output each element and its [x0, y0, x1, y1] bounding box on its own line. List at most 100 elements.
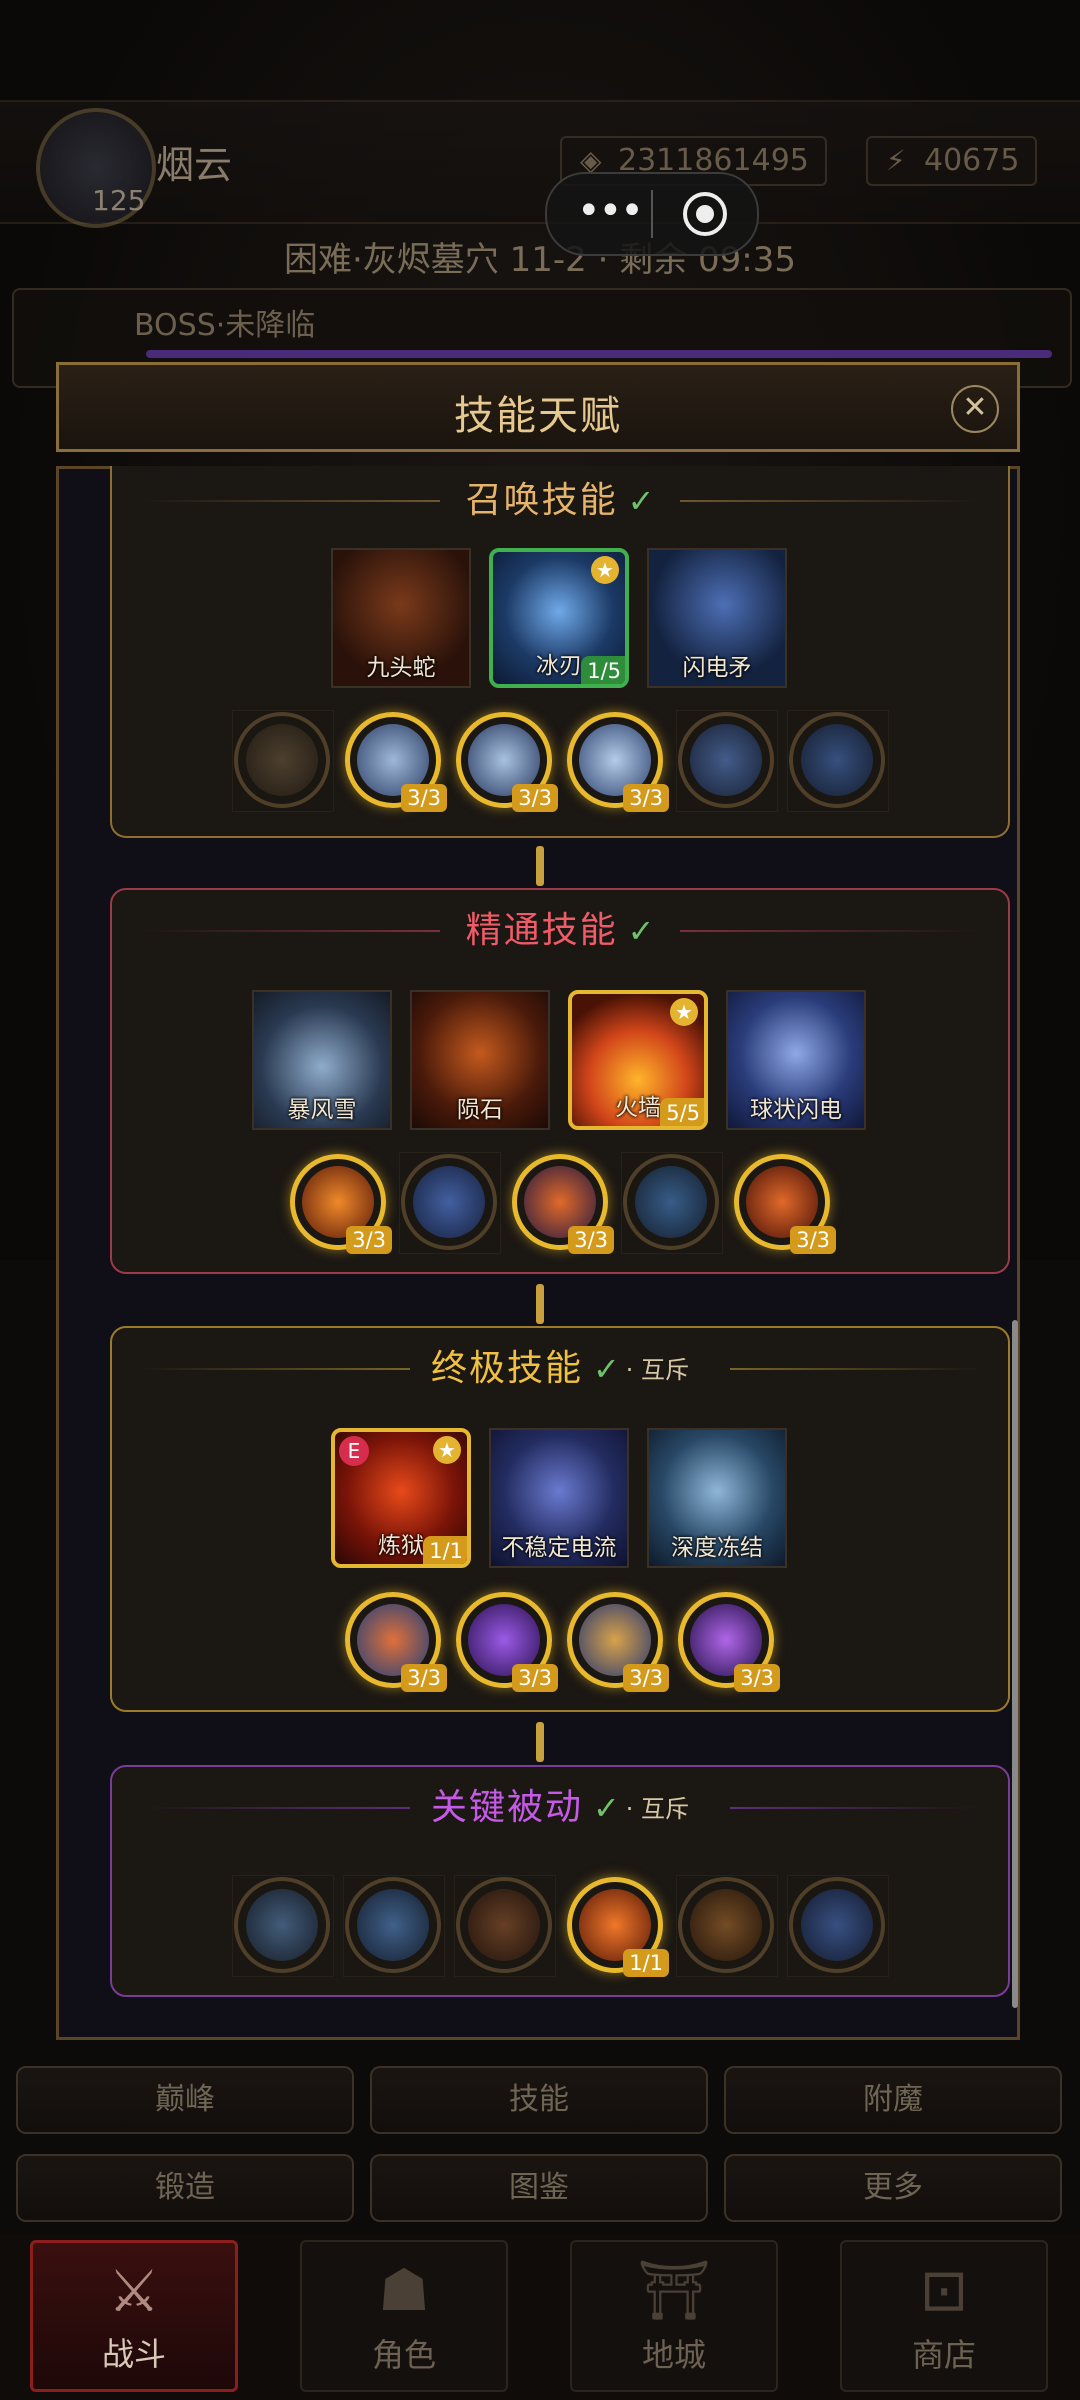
skill-label: 陨石	[457, 1097, 503, 1123]
more-dots-icon[interactable]: •••	[577, 188, 644, 234]
divider-line	[730, 1368, 980, 1370]
talent-node[interactable]: 3/3	[456, 712, 558, 812]
section-title: 召唤技能	[465, 480, 618, 521]
talent-node[interactable]: 3/3	[290, 1154, 392, 1254]
stage-info: 困难·灰烬墓穴 11-2 · 剩余 09:35	[284, 240, 796, 280]
talent-node[interactable]	[399, 1152, 501, 1254]
talent-node[interactable]: 3/3	[512, 1154, 614, 1254]
tree-connector	[536, 846, 544, 886]
helmet-icon: ☗	[378, 2256, 430, 2324]
skill-card-blizzard[interactable]: 暴风雪	[252, 990, 392, 1130]
close-button[interactable]: ✕	[951, 385, 999, 433]
talent-node[interactable]	[676, 1875, 778, 1977]
menu-button-enchant[interactable]: 附魔	[724, 2066, 1062, 2134]
section-header: 终极技能 ✓ · 互斥	[112, 1344, 1008, 1394]
skill-level-badge: 5/5	[660, 1098, 704, 1126]
talent-node[interactable]: 3/3	[456, 1592, 558, 1692]
crossed-swords-icon: ⚔	[108, 2257, 160, 2325]
talent-node[interactable]	[787, 710, 889, 812]
talent-level-badge: 3/3	[623, 1664, 669, 1692]
skill-level-badge: 1/1	[423, 1536, 467, 1564]
skill-card-unstable-current[interactable]: 不稳定电流	[489, 1428, 629, 1568]
skill-card-hydra[interactable]: 九头蛇	[331, 548, 471, 688]
tab-shop[interactable]: ⊡ 商店	[840, 2240, 1048, 2392]
section-key-passive: 关键被动 ✓ · 互斥 1/1	[110, 1765, 1010, 1997]
skill-label: 九头蛇	[366, 655, 436, 681]
boss-progress-bar	[146, 350, 1052, 358]
skill-card-ball-lightning[interactable]: 球状闪电	[726, 990, 866, 1130]
talent-node[interactable]: 3/3	[567, 1592, 669, 1692]
section-mastery: 精通技能 ✓ 暴风雪 陨石 ★ 火墙 5/5 球状闪电 3/3 3/3 3/3	[110, 888, 1010, 1274]
talent-node[interactable]: 3/3	[734, 1154, 836, 1254]
dialog-scrollbar[interactable]	[1012, 1320, 1018, 2008]
divider-line	[140, 1368, 410, 1370]
skill-card-firewall[interactable]: ★ 火墙 5/5	[568, 990, 708, 1130]
divider-line	[730, 1807, 980, 1809]
close-target-icon[interactable]	[681, 190, 729, 238]
energy-value: 40675	[924, 143, 1020, 178]
talent-node[interactable]	[454, 1875, 556, 1977]
talent-node[interactable]	[787, 1875, 889, 1977]
menu-button-forge[interactable]: 锻造	[16, 2154, 354, 2222]
tab-battle[interactable]: ⚔ 战斗	[30, 2240, 238, 2392]
talent-level-badge: 3/3	[401, 1664, 447, 1692]
divider-line	[680, 500, 980, 502]
tab-character[interactable]: ☗ 角色	[300, 2240, 508, 2392]
talent-level-badge: 3/3	[401, 784, 447, 812]
check-icon: ✓	[592, 1789, 620, 1827]
skill-card-ice-blade[interactable]: ★ 冰刃 1/5	[489, 548, 629, 688]
skill-card-meteor[interactable]: 陨石	[410, 990, 550, 1130]
menu-button-paragon[interactable]: 巅峰	[16, 2066, 354, 2134]
section-header: 召唤技能 ✓	[112, 476, 1008, 526]
talent-node[interactable]	[232, 710, 334, 812]
talent-level-badge: 3/3	[734, 1664, 780, 1692]
skill-card-lightning-spear[interactable]: 闪电矛	[647, 548, 787, 688]
skill-level-badge: 1/5	[581, 656, 625, 684]
divider-line	[680, 930, 980, 932]
player-name: 烟云	[156, 143, 233, 187]
section-title: 关键被动	[430, 1787, 583, 1828]
talent-node[interactable]: 3/3	[345, 712, 447, 812]
talent-node[interactable]	[232, 1875, 334, 1977]
chest-icon: ⊡	[919, 2256, 969, 2324]
dialog-header: 技能天赋 ✕	[56, 362, 1020, 452]
check-icon: ✓	[627, 482, 655, 520]
talent-node[interactable]: 3/3	[567, 712, 669, 812]
star-icon: ★	[670, 998, 698, 1026]
talent-level-badge: 3/3	[568, 1226, 614, 1254]
tab-dungeon[interactable]: ⛩ 地城	[570, 2240, 778, 2392]
check-icon: ✓	[592, 1350, 620, 1388]
skill-label: 深度冻结	[671, 1535, 763, 1561]
talent-node[interactable]: 3/3	[345, 1592, 447, 1692]
menu-button-more[interactable]: 更多	[724, 2154, 1062, 2222]
tree-connector	[536, 1722, 544, 1762]
divider-line	[140, 1807, 410, 1809]
energy-counter[interactable]: ⚡ 40675	[866, 136, 1038, 186]
section-summon: 召唤技能 ✓ 九头蛇 ★ 冰刃 1/5 闪电矛 3/3 3/3 3/3	[110, 466, 1010, 838]
skill-label: 闪电矛	[682, 655, 752, 681]
boss-status: BOSS·未降临	[134, 308, 316, 343]
skill-card-deep-freeze[interactable]: 深度冻结	[647, 1428, 787, 1568]
divider-line	[140, 500, 440, 502]
exclusive-label: · 互斥	[625, 1356, 690, 1384]
section-ultimate: 终极技能 ✓ · 互斥 E ★ 炼狱 1/1 不稳定电流 深度冻结 3/3 3/3 …	[110, 1326, 1010, 1712]
tree-connector	[536, 1284, 544, 1324]
tab-label: 地城	[641, 2336, 706, 2374]
capsule-divider	[651, 190, 653, 238]
divider-line	[140, 930, 440, 932]
talent-node[interactable]: 3/3	[678, 1592, 780, 1692]
tab-label: 战斗	[101, 2335, 166, 2373]
talent-node[interactable]	[621, 1152, 723, 1254]
menu-button-codex[interactable]: 图鉴	[370, 2154, 708, 2222]
player-level: 125	[92, 184, 146, 217]
menu-button-skills[interactable]: 技能	[370, 2066, 708, 2134]
skill-label: 暴风雪	[287, 1097, 357, 1123]
talent-level-badge: 3/3	[623, 784, 669, 812]
talent-level-badge: 3/3	[790, 1226, 836, 1254]
exclusive-label: · 互斥	[625, 1795, 690, 1823]
talent-node[interactable]: 1/1	[567, 1877, 669, 1977]
talent-node[interactable]	[676, 710, 778, 812]
tab-label: 角色	[371, 2336, 436, 2374]
skill-card-inferno[interactable]: E ★ 炼狱 1/1	[331, 1428, 471, 1568]
talent-node[interactable]	[343, 1875, 445, 1977]
